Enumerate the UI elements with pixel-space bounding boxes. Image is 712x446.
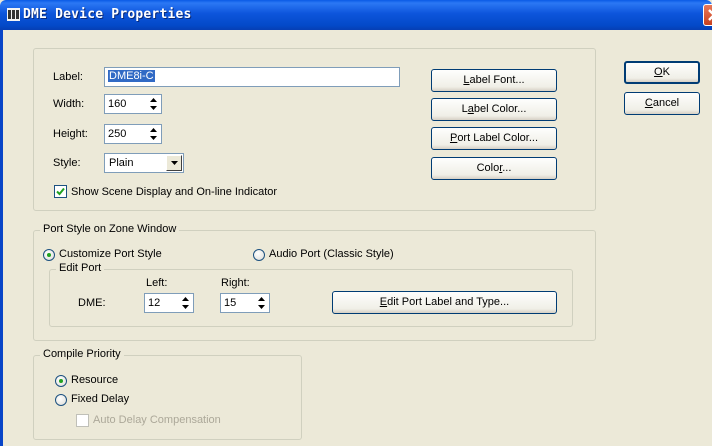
width-caption: Width: xyxy=(53,98,85,110)
close-icon xyxy=(708,9,712,21)
fixed-delay-radio[interactable] xyxy=(55,394,67,406)
label-font-button[interactable]: Label Font... xyxy=(431,69,557,92)
label-caption: Label: xyxy=(53,71,83,83)
spin-down-icon[interactable] xyxy=(178,303,192,311)
left-port-spinner[interactable]: 12 xyxy=(144,293,194,313)
right-caption: Right: xyxy=(221,277,250,289)
auto-delay-label: Auto Delay Compensation xyxy=(93,414,221,426)
left-caption: Left: xyxy=(146,277,168,289)
cancel-button[interactable]: Cancel xyxy=(624,92,700,115)
customize-port-radio[interactable] xyxy=(43,249,55,261)
spin-up-icon[interactable] xyxy=(178,295,192,303)
height-spinner[interactable]: 250 xyxy=(104,124,162,144)
resource-radio[interactable] xyxy=(55,375,67,387)
checkmark-icon xyxy=(56,187,65,196)
ok-button[interactable]: OK xyxy=(624,61,700,84)
audio-port-radio[interactable] xyxy=(253,249,265,261)
compile-priority-title: Compile Priority xyxy=(40,348,124,360)
spin-down-icon[interactable] xyxy=(146,134,160,142)
spin-down-icon[interactable] xyxy=(254,303,268,311)
width-spinner[interactable]: 160 xyxy=(104,94,162,114)
height-caption: Height: xyxy=(53,128,88,140)
label-field-text: DME8i-C xyxy=(108,70,155,82)
right-port-value: 15 xyxy=(224,297,237,309)
port-label-color-button[interactable]: Port Label Color... xyxy=(431,127,557,150)
chevron-down-icon[interactable] xyxy=(166,155,182,171)
auto-delay-checkbox[interactable] xyxy=(76,414,89,427)
style-dropdown[interactable]: Plain xyxy=(104,153,184,173)
show-scene-checkbox[interactable] xyxy=(54,185,67,198)
window-title: DME Device Properties xyxy=(23,7,192,22)
height-value: 250 xyxy=(108,128,127,140)
label-field[interactable]: DME8i-C xyxy=(104,67,400,87)
close-button[interactable] xyxy=(703,4,712,26)
title-bar[interactable]: DME Device Properties xyxy=(0,0,712,30)
spin-up-icon[interactable] xyxy=(146,126,160,134)
dme-caption: DME: xyxy=(78,297,106,309)
port-style-title: Port Style on Zone Window xyxy=(40,223,180,235)
right-port-spinner[interactable]: 15 xyxy=(220,293,270,313)
customize-port-label: Customize Port Style xyxy=(59,248,162,260)
show-scene-label: Show Scene Display and On-line Indicator xyxy=(71,186,278,198)
spin-up-icon[interactable] xyxy=(146,96,160,104)
color-button[interactable]: Color... xyxy=(431,157,557,180)
width-value: 160 xyxy=(108,98,127,110)
left-port-value: 12 xyxy=(148,297,161,309)
edit-port-title: Edit Port xyxy=(56,262,105,274)
style-value: Plain xyxy=(109,157,134,169)
app-icon xyxy=(7,8,20,21)
dialog-client: Label: DME8i-C Width: 160 Height: 250 St… xyxy=(0,30,712,446)
fixed-delay-label: Fixed Delay xyxy=(71,393,130,405)
resource-label: Resource xyxy=(71,374,119,386)
edit-port-button[interactable]: Edit Port Label and Type... xyxy=(332,291,557,314)
spin-up-icon[interactable] xyxy=(254,295,268,303)
audio-port-label: Audio Port (Classic Style) xyxy=(269,248,394,260)
spin-down-icon[interactable] xyxy=(146,104,160,112)
style-caption: Style: xyxy=(53,157,81,169)
label-color-button[interactable]: Label Color... xyxy=(431,98,557,121)
